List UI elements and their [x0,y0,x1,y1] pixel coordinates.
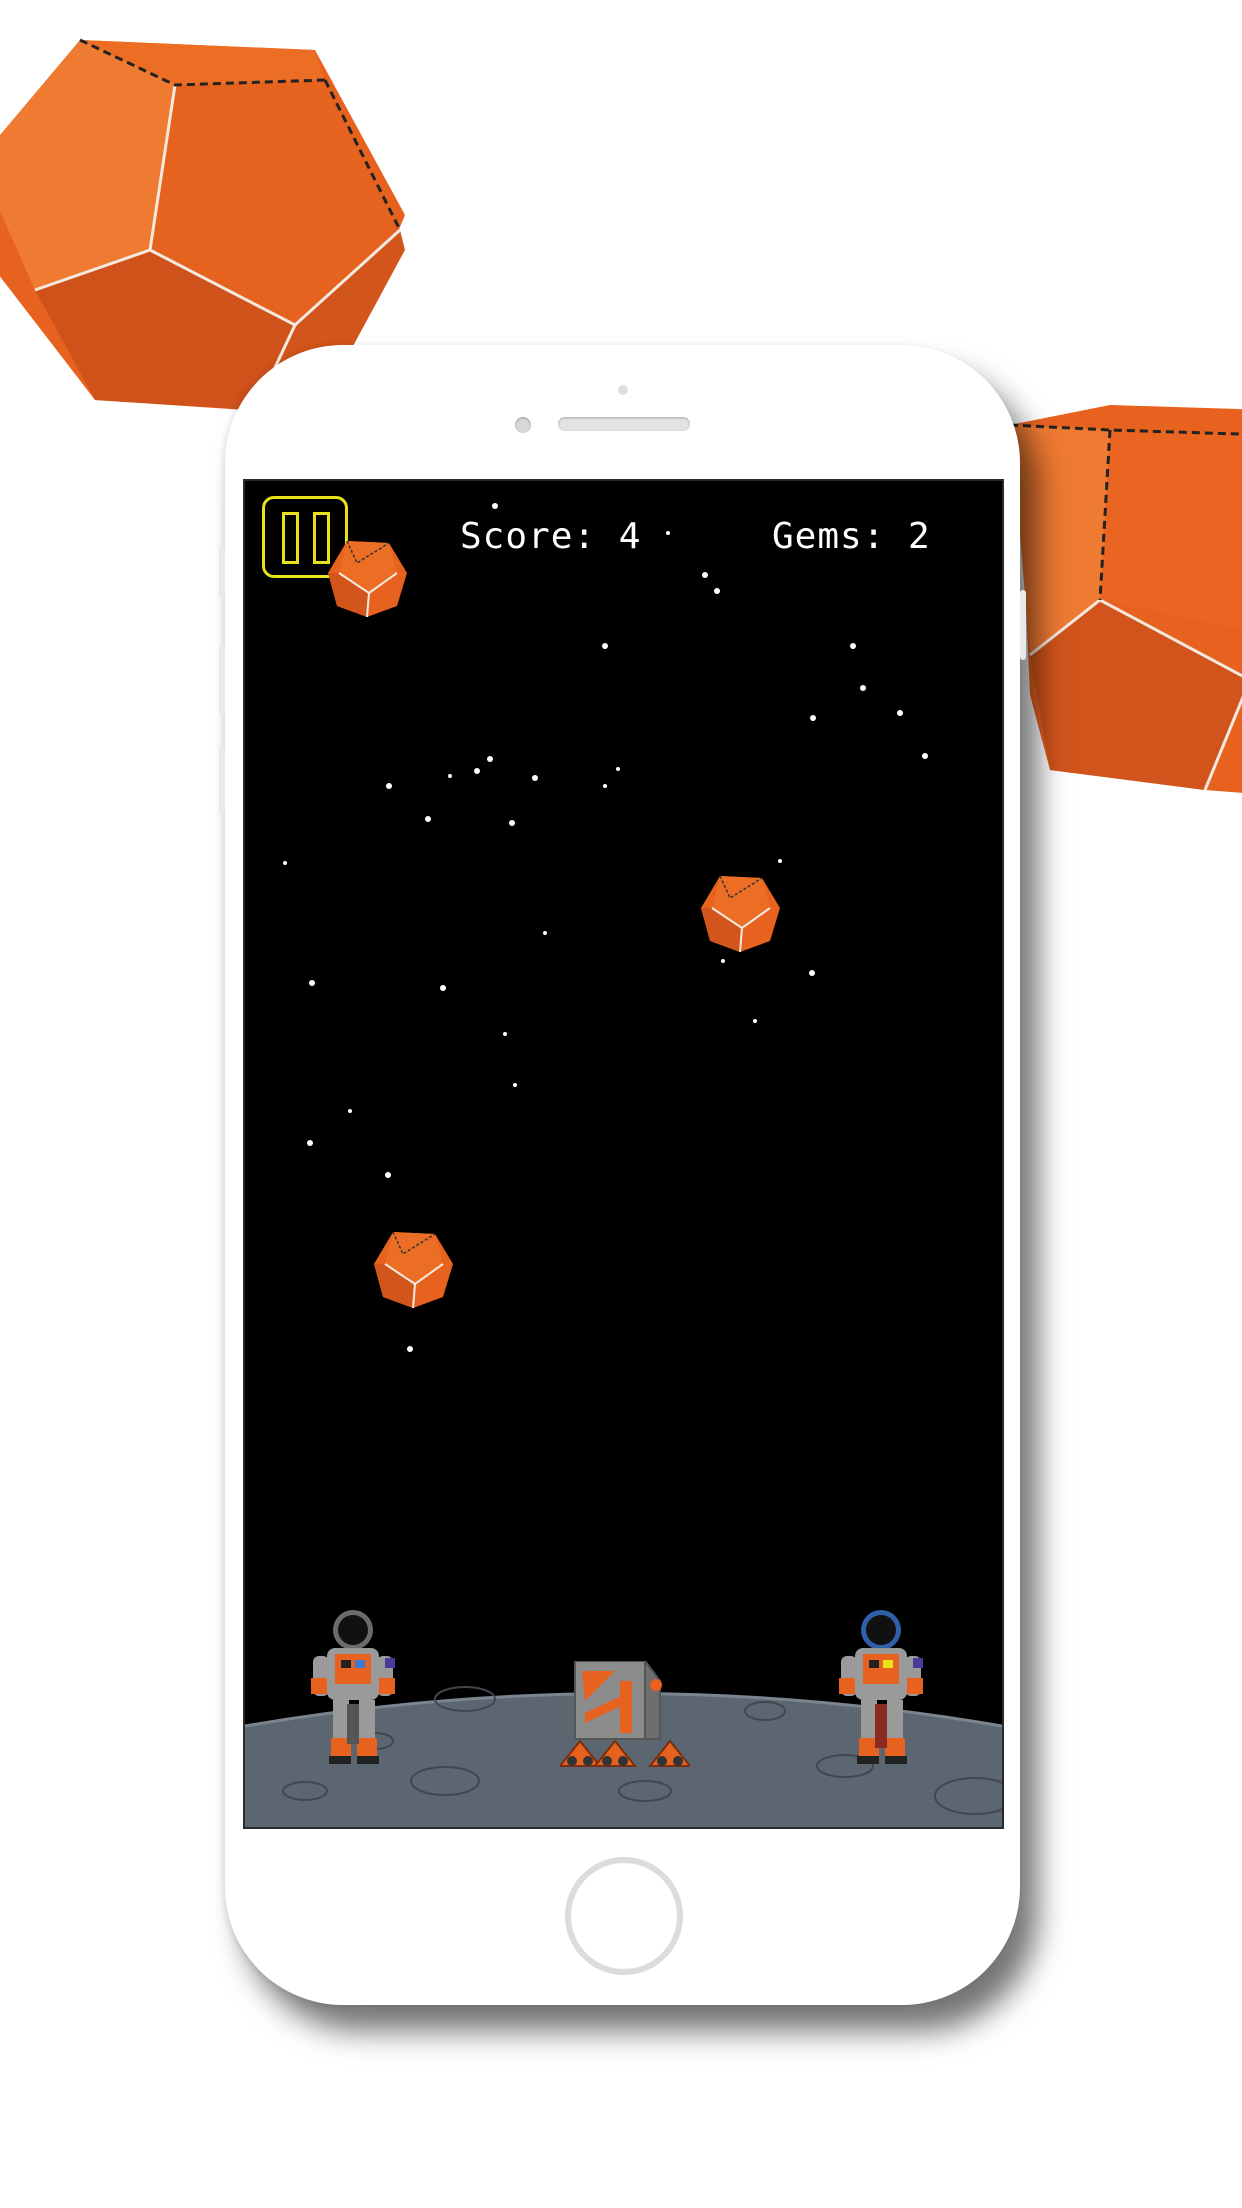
star [860,685,866,691]
star [810,715,816,721]
rover-icon[interactable] [560,1661,690,1771]
falling-gem-icon[interactable] [373,1229,455,1309]
star [348,1109,352,1113]
star [532,775,538,781]
gems-label: Gems: 2 [772,516,931,557]
home-button[interactable] [565,1857,683,1975]
score-label: Score: 4 [460,516,642,557]
star [714,588,720,594]
star [721,959,725,963]
star [386,783,392,789]
star [425,816,431,822]
proximity-sensor [618,385,628,395]
star [385,1172,391,1178]
star [850,643,856,649]
volume-down-button [219,745,225,815]
star [702,572,708,578]
star [440,985,446,991]
earpiece-speaker [558,417,690,431]
star [809,970,815,976]
astronaut-icon[interactable] [833,1608,933,1768]
star [753,1019,757,1023]
falling-gem-icon[interactable] [327,538,409,618]
astronaut-icon[interactable] [305,1608,405,1768]
star [509,820,515,826]
star [407,1346,413,1352]
star [448,774,452,778]
star [922,753,928,759]
star [543,931,547,935]
game-screen[interactable]: Score: 4 Gems: 2 [243,479,1004,1829]
power-button [1020,590,1026,660]
star [778,859,782,863]
falling-gem-icon[interactable] [700,873,782,953]
star [309,980,315,986]
star [283,861,287,865]
mute-switch [219,545,225,597]
star [492,503,498,509]
star [666,531,670,535]
star [503,1032,507,1036]
decorative-gem-icon [1010,405,1242,793]
phone-frame: Score: 4 Gems: 2 [219,345,1026,2005]
star [513,1083,517,1087]
star [474,768,480,774]
star [487,756,493,762]
volume-up-button [219,645,225,715]
star [616,767,620,771]
star [602,643,608,649]
star [307,1140,313,1146]
pause-icon [282,512,299,564]
front-camera [515,417,531,433]
star [897,710,903,716]
star [603,784,607,788]
